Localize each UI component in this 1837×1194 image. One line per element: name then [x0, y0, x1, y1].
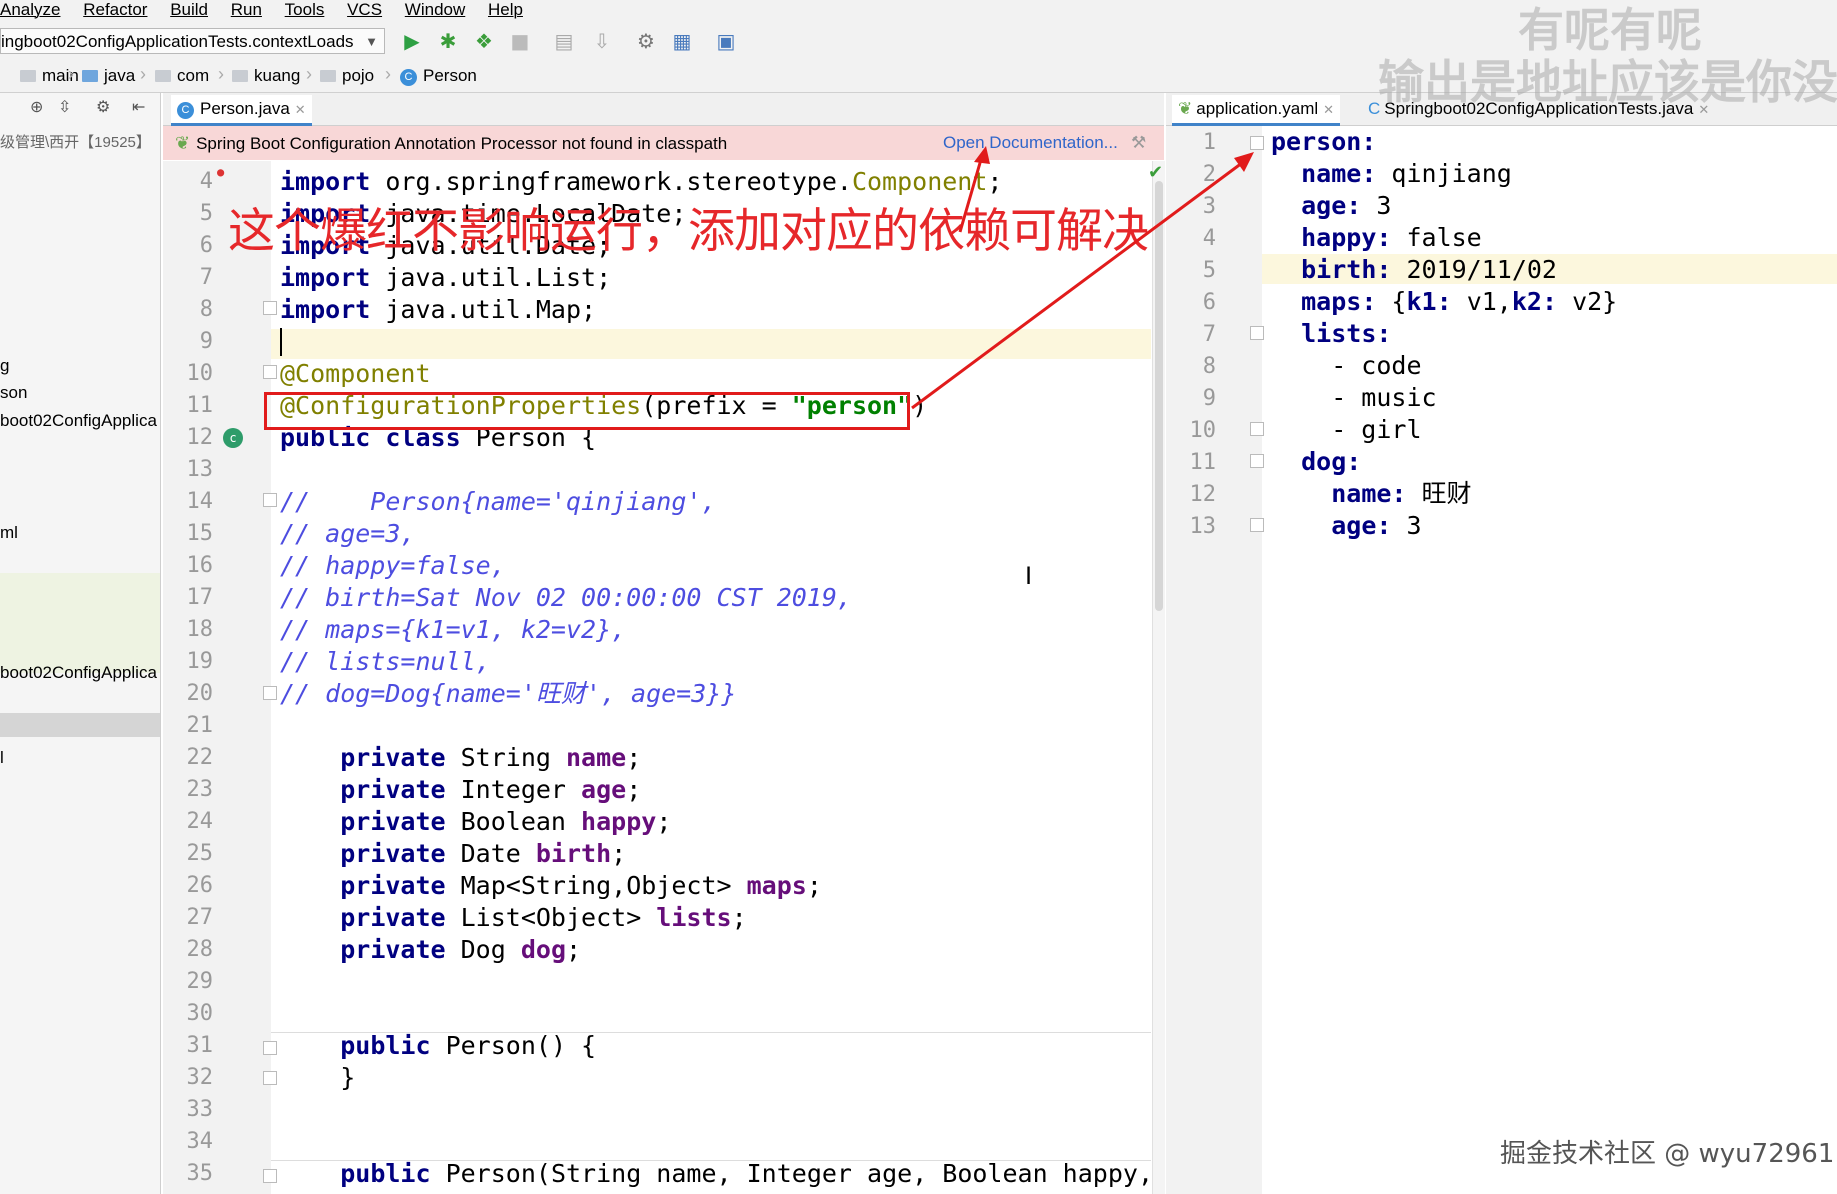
watermark-text: 输出是地址应该是你没有 — [1378, 55, 1837, 109]
annotation-arrows — [911, 146, 1254, 410]
arrow-head-icon — [974, 146, 990, 164]
arrow-head-icon — [1234, 152, 1254, 172]
arrow-to-banner — [958, 155, 984, 233]
arrow-to-yaml — [911, 158, 1247, 410]
source-credit: 掘金技术社区 @ wyu72961 — [1500, 1139, 1835, 1169]
